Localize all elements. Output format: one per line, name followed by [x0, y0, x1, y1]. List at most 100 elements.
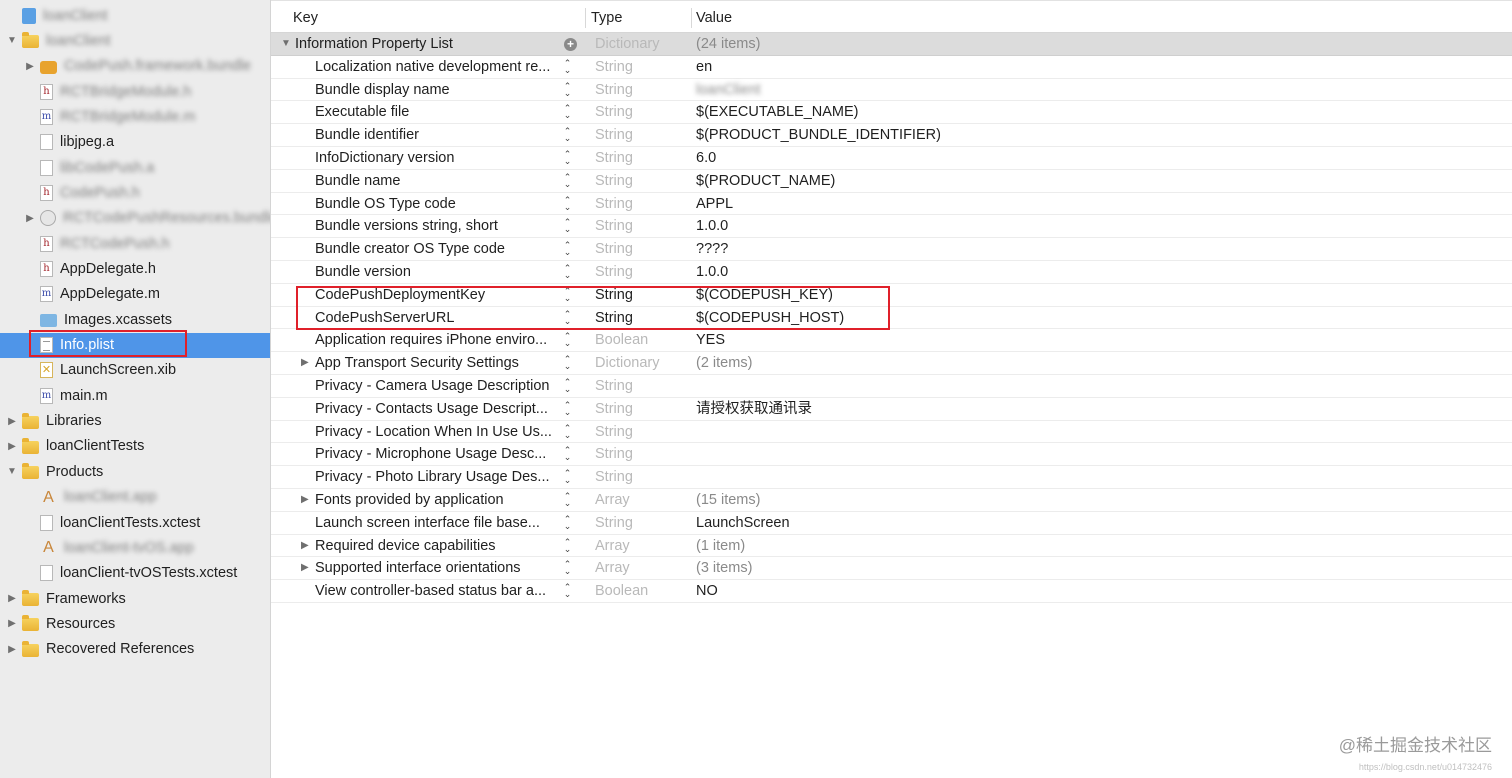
sidebar-item[interactable]: m RCTBridgeModule.m [0, 104, 270, 129]
sidebar-item[interactable]: h RCTBridgeModule.h [0, 79, 270, 104]
plist-type[interactable]: String [595, 375, 633, 397]
plist-row[interactable]: Bundle display name ⌃ ⌄ String loanClient [271, 79, 1512, 102]
plist-type[interactable]: String [595, 421, 633, 443]
plist-value[interactable]: $(PRODUCT_NAME) [696, 170, 835, 192]
key-stepper-icon[interactable]: ⌃ ⌄ [563, 81, 572, 98]
column-header-key[interactable]: Key [293, 1, 318, 33]
key-stepper-icon[interactable]: ⌃ ⌄ [563, 264, 572, 280]
plist-key[interactable]: View controller-based status bar a... [315, 580, 546, 602]
plist-type[interactable]: Boolean [595, 580, 648, 602]
plist-key[interactable]: Bundle display name [315, 79, 450, 101]
plist-row[interactable]: ▶ App Transport Security Settings ⌃ ⌄ Dictio… [271, 352, 1512, 375]
plist-row[interactable]: Bundle versions string, short ⌃ ⌄ String 1.0… [271, 215, 1512, 239]
plist-row[interactable]: Privacy - Camera Usage Description ⌃ ⌄ Stri… [271, 375, 1512, 398]
disclosure-expanded-icon[interactable]: ▼ [6, 466, 18, 477]
key-stepper-icon[interactable]: ⌃ ⌄ [563, 104, 572, 120]
sidebar-item[interactable]: h RCTCodePush.h [0, 231, 270, 256]
sidebar-item[interactable]: loanClient [0, 3, 270, 28]
plist-type[interactable]: String [595, 261, 633, 283]
key-stepper-icon[interactable]: ⌃ ⌄ [563, 172, 572, 189]
plist-row[interactable]: Privacy - Photo Library Usage Des... ⌃ ⌄ St… [271, 466, 1512, 489]
key-stepper-icon[interactable]: ⌃ ⌄ [563, 218, 572, 234]
key-stepper-icon[interactable]: ⌃ ⌄ [563, 514, 572, 531]
sidebar-item[interactable]: h AppDelegate.h [0, 257, 270, 282]
plist-value[interactable]: NO [696, 580, 718, 602]
plist-row[interactable]: Privacy - Microphone Usage Desc... ⌃ ⌄ Stri… [271, 443, 1512, 467]
key-stepper-icon[interactable]: ⌃ ⌄ [563, 469, 572, 485]
plist-value[interactable]: (1 item) [696, 535, 745, 557]
plist-key[interactable]: Information Property List [295, 33, 453, 55]
plist-value[interactable]: 1.0.0 [696, 215, 728, 237]
column-divider[interactable] [691, 8, 692, 28]
plist-key[interactable]: Privacy - Photo Library Usage Des... [315, 466, 550, 488]
plist-key[interactable]: App Transport Security Settings [315, 352, 519, 374]
plist-type[interactable]: Array [595, 489, 630, 511]
add-item-icon[interactable]: + [564, 38, 577, 51]
key-stepper-icon[interactable]: ⌃ ⌄ [563, 378, 572, 394]
key-stepper-icon[interactable]: ⌃ ⌄ [563, 355, 572, 371]
plist-key[interactable]: Bundle version [315, 261, 411, 283]
plist-row[interactable]: Privacy - Contacts Usage Descript... ⌃ ⌄ St… [271, 398, 1512, 421]
key-stepper-icon[interactable]: ⌃ ⌄ [563, 195, 572, 212]
plist-type[interactable]: String [595, 147, 633, 169]
plist-type[interactable]: Boolean [595, 329, 648, 351]
plist-key[interactable]: Executable file [315, 101, 409, 123]
sidebar-item[interactable]: ▼ loanClient [0, 28, 270, 53]
disclosure-collapsed-icon[interactable]: ▶ [6, 416, 18, 427]
plist-value[interactable]: 6.0 [696, 147, 716, 169]
plist-key[interactable]: Privacy - Camera Usage Description [315, 375, 550, 397]
plist-value[interactable]: 1.0.0 [696, 261, 728, 283]
plist-type[interactable]: String [595, 124, 633, 146]
sidebar-item[interactable]: ▶ Libraries [0, 409, 270, 434]
key-stepper-icon[interactable]: ⌃ ⌄ [563, 58, 572, 75]
plist-row[interactable]: Localization native development re... ⌃ ⌄ S… [271, 56, 1512, 79]
plist-row[interactable]: Bundle creator OS Type code ⌃ ⌄ String???? [271, 238, 1512, 261]
sidebar-item[interactable]: AloanClient-tvOS.app [0, 535, 270, 560]
plist-value[interactable]: $(EXECUTABLE_NAME) [696, 101, 859, 123]
plist-key[interactable]: Localization native development re... [315, 56, 550, 78]
plist-key[interactable]: Application requires iPhone enviro... [315, 329, 547, 351]
plist-row[interactable]: Privacy - Location When In Use Us... ⌃ ⌄ St… [271, 421, 1512, 444]
disclosure-collapsed-icon[interactable]: ▶ [301, 352, 309, 374]
key-stepper-icon[interactable]: ⌃ ⌄ [563, 127, 572, 143]
plist-key[interactable]: Fonts provided by application [315, 489, 504, 511]
plist-value[interactable]: (2 items) [696, 352, 752, 374]
plist-type[interactable]: String [595, 466, 633, 488]
sidebar-item[interactable]: ▶ Frameworks [0, 586, 270, 611]
plist-key[interactable]: Bundle name [315, 170, 400, 192]
plist-value[interactable]: 请授权获取通讯录 [696, 398, 812, 420]
sidebar-item[interactable]: ▶ Resources [0, 611, 270, 636]
plist-key[interactable]: Required device capabilities [315, 535, 496, 557]
plist-value[interactable]: YES [696, 329, 725, 351]
sidebar-item[interactable]: libjpeg.a [0, 130, 270, 155]
plist-key[interactable]: Privacy - Location When In Use Us... [315, 421, 552, 443]
plist-value[interactable]: (24 items) [696, 33, 760, 55]
plist-type[interactable]: String [595, 443, 633, 465]
disclosure-collapsed-icon[interactable]: ▶ [24, 213, 36, 224]
plist-type[interactable]: String [595, 398, 633, 420]
plist-value[interactable]: ???? [696, 238, 728, 260]
column-header-type[interactable]: Type [591, 1, 622, 33]
plist-type[interactable]: String [595, 193, 633, 215]
plist-row[interactable]: ▶ Supported interface orientations ⌃ ⌄ Array… [271, 557, 1512, 581]
key-stepper-icon[interactable]: ⌃ ⌄ [563, 423, 572, 440]
disclosure-expanded-icon[interactable]: ▼ [6, 35, 18, 46]
sidebar-item[interactable]: h CodePush.h [0, 180, 270, 205]
plist-key[interactable]: Bundle OS Type code [315, 193, 456, 215]
plist-key[interactable]: Bundle identifier [315, 124, 419, 146]
disclosure-collapsed-icon[interactable]: ▶ [6, 593, 18, 604]
plist-row[interactable]: Launch screen interface file base... ⌃ ⌄ St… [271, 512, 1512, 535]
column-header-value[interactable]: Value [696, 1, 732, 33]
plist-type[interactable]: String [595, 170, 633, 192]
plist-row[interactable]: Bundle version ⌃ ⌄ String 1.0.0 [271, 261, 1512, 284]
column-divider[interactable] [585, 8, 586, 28]
plist-row[interactable]: Bundle name ⌃ ⌄ String $(PRODUCT_NAME) [271, 170, 1512, 193]
sidebar-item[interactable]: loanClientTests.xctest [0, 510, 270, 535]
sidebar-item[interactable]: m AppDelegate.m [0, 282, 270, 307]
sidebar-item[interactable]: ✕ LaunchScreen.xib [0, 358, 270, 383]
plist-row[interactable]: ▶ Fonts provided by application ⌃ ⌄ Array (15… [271, 489, 1512, 512]
disclosure-collapsed-icon[interactable]: ▶ [6, 441, 18, 452]
plist-row[interactable]: ▼ Information Property List + Dictionary (24… [271, 33, 1512, 56]
plist-type[interactable]: String [595, 238, 633, 260]
plist-value[interactable]: loanClient [696, 79, 761, 101]
